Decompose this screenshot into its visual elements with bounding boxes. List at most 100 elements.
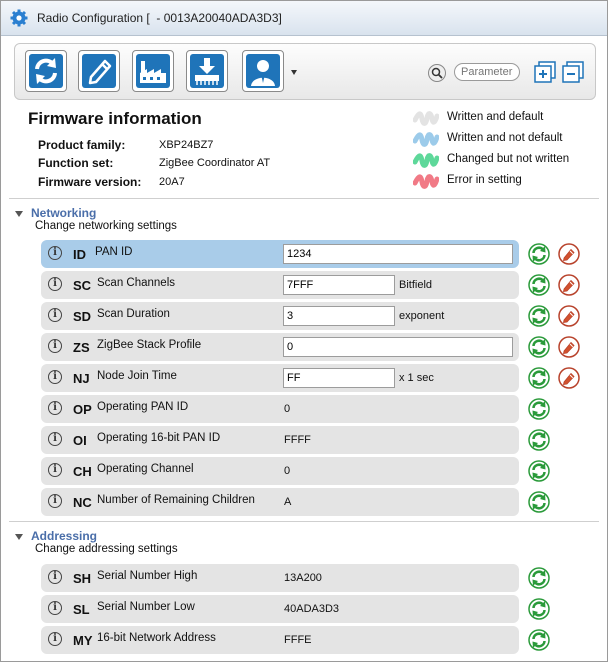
param-value: A bbox=[284, 496, 292, 508]
function-set-value: ZigBee Coordinator AT bbox=[159, 157, 271, 169]
param-value: 0 bbox=[284, 403, 291, 415]
param-row-sl[interactable]: i SL Serial Number Low 40ADA3D3 bbox=[41, 595, 519, 623]
toolbar bbox=[14, 43, 596, 100]
param-unit: exponent bbox=[399, 310, 445, 322]
legend-label: Written and default bbox=[447, 111, 544, 123]
read-button[interactable] bbox=[25, 50, 67, 92]
update-firmware-icon bbox=[190, 54, 224, 88]
info-icon[interactable]: i bbox=[48, 494, 62, 508]
param-row-nj[interactable]: i NJ Node Join Time x 1 sec bbox=[41, 364, 519, 392]
info-icon[interactable]: i bbox=[48, 432, 62, 446]
info-icon[interactable]: i bbox=[48, 632, 62, 646]
read-param-refresh-icon[interactable] bbox=[528, 336, 550, 358]
param-row-ch[interactable]: i CH Operating Channel 0 bbox=[41, 457, 519, 485]
info-icon[interactable]: i bbox=[48, 277, 62, 291]
param-row-sd[interactable]: i SD Scan Duration exponent bbox=[41, 302, 519, 330]
expand-all-icon[interactable] bbox=[534, 61, 556, 83]
read-param-refresh-icon[interactable] bbox=[528, 629, 550, 651]
info-icon[interactable]: i bbox=[48, 339, 62, 353]
param-code: OP bbox=[73, 402, 92, 417]
networking-section-subtitle: Change networking settings bbox=[35, 220, 177, 232]
title-bar: Radio Configuration [ - 0013A20040ADA3D3… bbox=[1, 1, 607, 36]
read-param-refresh-icon[interactable] bbox=[528, 598, 550, 620]
write-param-pencil-icon[interactable] bbox=[558, 336, 580, 358]
info-icon[interactable]: i bbox=[48, 370, 62, 384]
read-param-refresh-icon[interactable] bbox=[528, 305, 550, 327]
read-param-refresh-icon[interactable] bbox=[528, 460, 550, 482]
read-param-refresh-icon[interactable] bbox=[528, 491, 550, 513]
legend-swatch-icon bbox=[413, 153, 439, 168]
profile-button[interactable] bbox=[242, 50, 284, 92]
param-code: NC bbox=[73, 495, 92, 510]
param-code: SH bbox=[73, 571, 92, 586]
write-param-pencil-icon[interactable] bbox=[558, 305, 580, 327]
param-code: NJ bbox=[73, 371, 90, 386]
write-param-pencil-icon[interactable] bbox=[558, 274, 580, 296]
param-row-id[interactable]: i ID PAN ID bbox=[41, 240, 519, 268]
param-value-input[interactable] bbox=[283, 368, 395, 388]
window-title: Radio Configuration [ - 0013A20040ADA3D3… bbox=[37, 11, 282, 25]
param-row-zs[interactable]: i ZS ZigBee Stack Profile bbox=[41, 333, 519, 361]
read-param-refresh-icon[interactable] bbox=[528, 567, 550, 589]
gear-icon bbox=[10, 9, 28, 27]
collapse-triangle-icon[interactable] bbox=[15, 211, 23, 217]
parameter-search-input[interactable] bbox=[454, 63, 520, 81]
read-param-refresh-icon[interactable] bbox=[528, 243, 550, 265]
legend-label: Written and not default bbox=[447, 132, 563, 144]
param-row-oi[interactable]: i OI Operating 16-bit PAN ID FFFF bbox=[41, 426, 519, 454]
write-button[interactable] bbox=[78, 50, 120, 92]
legend-swatch-icon bbox=[413, 132, 439, 147]
networking-section-title: Networking bbox=[31, 206, 97, 220]
param-row-sh[interactable]: i SH Serial Number High 13A200 bbox=[41, 564, 519, 592]
param-value-input[interactable] bbox=[283, 337, 513, 357]
param-row-my[interactable]: i MY 16-bit Network Address FFFE bbox=[41, 626, 519, 654]
read-refresh-icon bbox=[29, 54, 63, 88]
info-icon[interactable]: i bbox=[48, 601, 62, 615]
factory-defaults-button[interactable] bbox=[132, 50, 174, 92]
read-param-refresh-icon[interactable] bbox=[528, 274, 550, 296]
update-firmware-button[interactable] bbox=[186, 50, 228, 92]
collapse-all-icon[interactable] bbox=[562, 61, 584, 83]
info-icon[interactable]: i bbox=[48, 570, 62, 584]
read-param-refresh-icon[interactable] bbox=[528, 367, 550, 389]
collapse-triangle-icon[interactable] bbox=[15, 534, 23, 540]
param-name: ZigBee Stack Profile bbox=[97, 339, 202, 351]
param-name: 16-bit Network Address bbox=[97, 632, 216, 644]
param-value-input[interactable] bbox=[283, 306, 395, 326]
write-param-pencil-icon[interactable] bbox=[558, 243, 580, 265]
param-name: Operating Channel bbox=[97, 463, 194, 475]
param-value: 40ADA3D3 bbox=[284, 603, 340, 615]
param-name: Serial Number Low bbox=[97, 601, 195, 613]
param-row-nc[interactable]: i NC Number of Remaining Children A bbox=[41, 488, 519, 516]
firmware-version-label: Firmware version: bbox=[38, 175, 142, 189]
param-value: 13A200 bbox=[284, 572, 322, 584]
param-unit: x 1 sec bbox=[399, 372, 434, 384]
param-name: Operating PAN ID bbox=[97, 401, 189, 413]
param-value-input[interactable] bbox=[283, 275, 395, 295]
param-code: MY bbox=[73, 633, 93, 648]
write-param-pencil-icon[interactable] bbox=[558, 367, 580, 389]
legend-swatch-icon bbox=[413, 174, 439, 189]
param-name: Operating 16-bit PAN ID bbox=[97, 432, 221, 444]
param-value-input[interactable] bbox=[283, 244, 513, 264]
read-param-refresh-icon[interactable] bbox=[528, 398, 550, 420]
param-code: ZS bbox=[73, 340, 90, 355]
param-unit: Bitfield bbox=[399, 279, 433, 291]
param-name: Serial Number High bbox=[97, 570, 198, 582]
info-icon[interactable]: i bbox=[48, 246, 62, 260]
param-code: CH bbox=[73, 464, 92, 479]
profile-dropdown-arrow-icon[interactable] bbox=[291, 70, 297, 75]
read-param-refresh-icon[interactable] bbox=[528, 429, 550, 451]
param-row-sc[interactable]: i SC Scan Channels Bitfield bbox=[41, 271, 519, 299]
legend-label: Changed but not written bbox=[447, 153, 570, 165]
param-value: 0 bbox=[284, 465, 291, 477]
param-value: FFFE bbox=[284, 634, 312, 646]
factory-defaults-icon bbox=[136, 54, 170, 88]
param-row-op[interactable]: i OP Operating PAN ID 0 bbox=[41, 395, 519, 423]
info-icon[interactable]: i bbox=[48, 308, 62, 322]
param-name: Number of Remaining Children bbox=[97, 494, 255, 506]
info-icon[interactable]: i bbox=[48, 401, 62, 415]
info-icon[interactable]: i bbox=[48, 463, 62, 477]
search-icon[interactable] bbox=[428, 64, 446, 82]
legend-swatch-icon bbox=[413, 111, 439, 126]
